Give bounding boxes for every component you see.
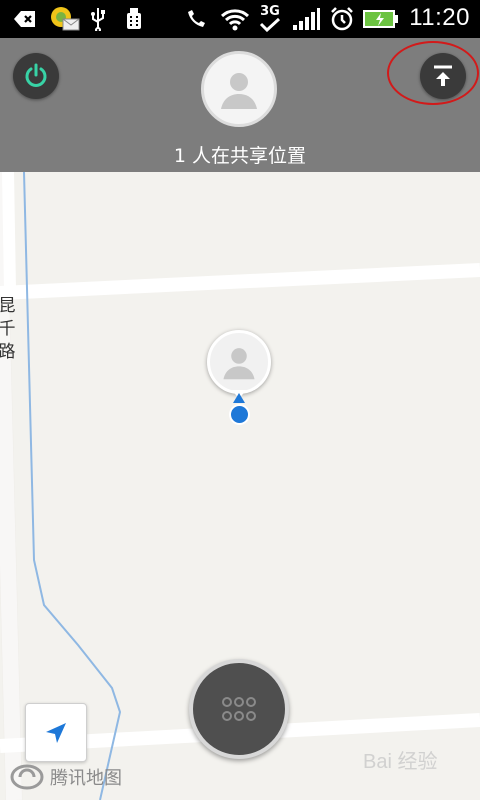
location-dot	[229, 404, 250, 425]
person-icon	[223, 348, 255, 380]
power-icon	[25, 63, 47, 87]
locate-button[interactable]	[25, 703, 87, 762]
brand-name: 腾讯地图	[50, 768, 122, 789]
share-header: 1 人在共享位置	[0, 38, 480, 172]
grid-dots-icon	[222, 697, 256, 721]
map-brand: 腾讯地图	[10, 762, 122, 792]
person-icon	[221, 73, 257, 109]
share-count-text: 1 人在共享位置	[173, 145, 307, 167]
watermark: Bai 经验	[363, 751, 438, 773]
highlight-circle	[387, 41, 479, 105]
power-button[interactable]	[13, 53, 59, 99]
tencent-map-logo-icon	[10, 764, 44, 790]
heading-arrow-icon	[233, 393, 245, 403]
road-label: 昆千路	[0, 296, 16, 362]
user-avatar[interactable]	[201, 51, 277, 127]
user-location-marker[interactable]	[207, 330, 271, 394]
navigation-arrow-icon	[46, 722, 66, 743]
menu-button[interactable]	[189, 659, 289, 759]
